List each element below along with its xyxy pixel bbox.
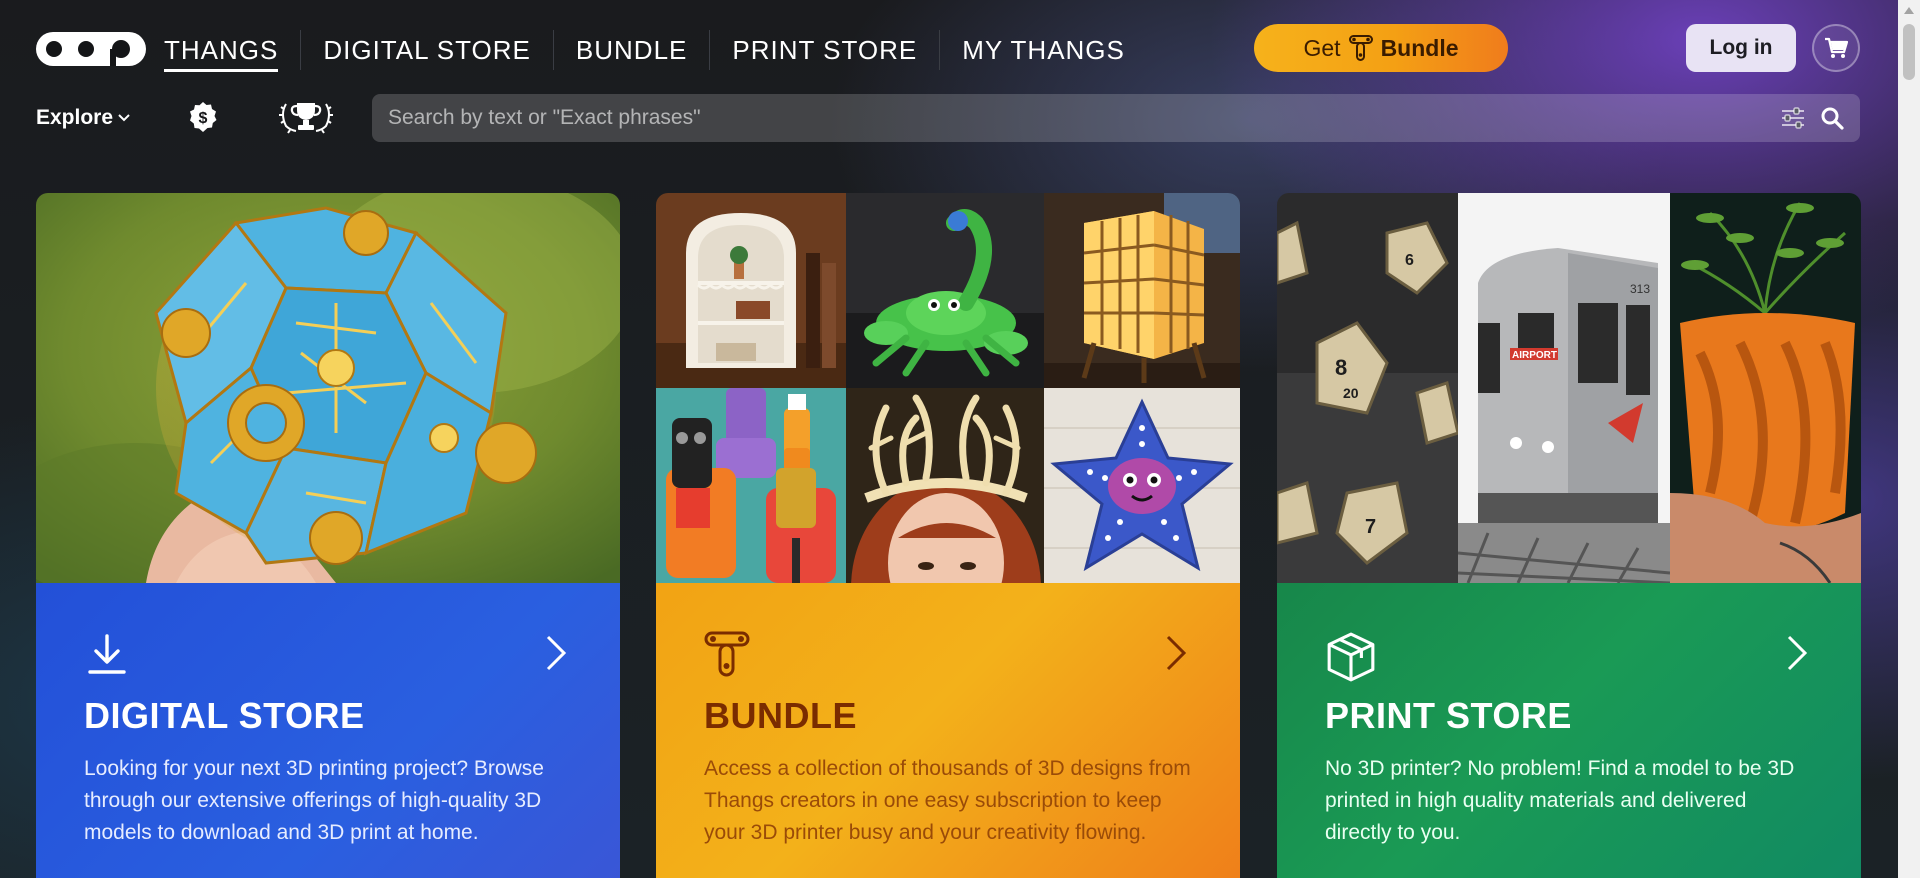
svg-text:8: 8 bbox=[1335, 355, 1347, 380]
top-navigation-bar: THANGS DIGITAL STORE BUNDLE PRINT STORE … bbox=[0, 0, 1900, 96]
svg-text:7: 7 bbox=[1365, 516, 1376, 538]
nav-digital-store[interactable]: DIGITAL STORE bbox=[301, 30, 553, 70]
bundle-body: BUNDLE Access a collection of thousands … bbox=[656, 583, 1240, 878]
get-bundle-button[interactable]: Get Bundle bbox=[1254, 24, 1508, 72]
train-number: 313 bbox=[1630, 282, 1650, 296]
bundle-logo-icon bbox=[1348, 35, 1373, 61]
explore-label: Explore bbox=[36, 106, 114, 129]
train-tile: AIRPORT 313 bbox=[1458, 193, 1670, 583]
nav-thangs[interactable]: THANGS bbox=[162, 30, 300, 72]
planter-tile bbox=[1670, 193, 1861, 583]
card-title: DIGITAL STORE bbox=[84, 695, 365, 736]
scorpion-tile bbox=[846, 193, 1044, 388]
get-bundle-label: Bundle bbox=[1380, 34, 1459, 61]
digital-store-image bbox=[36, 193, 620, 583]
bundle-card[interactable]: BUNDLE Access a collection of thousands … bbox=[656, 193, 1240, 878]
chevron-right-icon[interactable] bbox=[1785, 633, 1809, 673]
svg-text:20: 20 bbox=[1343, 385, 1359, 401]
filter-sliders-icon[interactable] bbox=[1780, 107, 1806, 129]
nav-print-store[interactable]: PRINT STORE bbox=[710, 30, 939, 70]
starfish-tile bbox=[1044, 388, 1240, 583]
chevron-right-icon[interactable] bbox=[544, 633, 568, 673]
dollar-badge-icon[interactable]: $ bbox=[187, 101, 219, 133]
chevron-right-icon[interactable] bbox=[1164, 633, 1188, 673]
main-nav: THANGS DIGITAL STORE BUNDLE PRINT STORE … bbox=[162, 30, 1147, 72]
card-description: Access a collection of thousands of 3D d… bbox=[704, 757, 1191, 844]
page-scrollbar[interactable] bbox=[1898, 0, 1920, 878]
search-actions bbox=[1780, 106, 1844, 130]
card-title: PRINT STORE bbox=[1325, 695, 1572, 736]
get-bundle-prefix: Get bbox=[1303, 34, 1341, 61]
print-store-image-grid: 8 20 6 7 AIRPORT 313 bbox=[1277, 193, 1861, 583]
search-input[interactable] bbox=[388, 106, 1780, 130]
crown-tile bbox=[846, 388, 1044, 583]
cart-icon bbox=[1825, 37, 1848, 58]
download-icon bbox=[88, 634, 126, 674]
cup-holder-tile bbox=[656, 388, 846, 583]
bundle-image-grid bbox=[656, 193, 1240, 583]
digital-store-card[interactable]: DIGITAL STORE Looking for your next 3D p… bbox=[36, 193, 620, 878]
cart-button[interactable] bbox=[1812, 24, 1860, 72]
box-icon bbox=[1327, 632, 1375, 682]
thangs-logo[interactable] bbox=[36, 32, 146, 66]
search-icon[interactable] bbox=[1820, 106, 1844, 130]
nav-my-thangs[interactable]: MY THANGS bbox=[940, 30, 1147, 70]
card-title: BUNDLE bbox=[704, 695, 857, 736]
shelf-tile bbox=[656, 193, 846, 388]
search-bar bbox=[372, 94, 1860, 142]
digital-store-body: DIGITAL STORE Looking for your next 3D p… bbox=[36, 583, 620, 878]
svg-text:6: 6 bbox=[1405, 252, 1414, 269]
card-description: Looking for your next 3D printing projec… bbox=[84, 757, 544, 844]
chevron-down-icon bbox=[118, 114, 130, 122]
card-description: No 3D printer? No problem! Find a model … bbox=[1325, 757, 1795, 844]
scroll-up-arrow-icon[interactable] bbox=[1904, 6, 1914, 14]
trophy-icon[interactable] bbox=[278, 100, 334, 134]
train-airport-sign: AIRPORT bbox=[1512, 350, 1557, 361]
svg-text:$: $ bbox=[199, 110, 208, 127]
print-store-card[interactable]: 8 20 6 7 AIRPORT 313 PRINT STORE No 3D p… bbox=[1277, 193, 1861, 878]
bundle-logo-icon bbox=[704, 631, 750, 677]
login-button[interactable]: Log in bbox=[1686, 24, 1796, 72]
explore-dropdown[interactable]: Explore bbox=[36, 106, 131, 130]
dice-tile: 8 20 6 7 bbox=[1277, 193, 1458, 583]
scrollbar-thumb[interactable] bbox=[1903, 24, 1915, 80]
print-store-body: PRINT STORE No 3D printer? No problem! F… bbox=[1277, 583, 1861, 878]
lamp-tile bbox=[1044, 193, 1240, 388]
nav-bundle[interactable]: BUNDLE bbox=[554, 30, 709, 70]
